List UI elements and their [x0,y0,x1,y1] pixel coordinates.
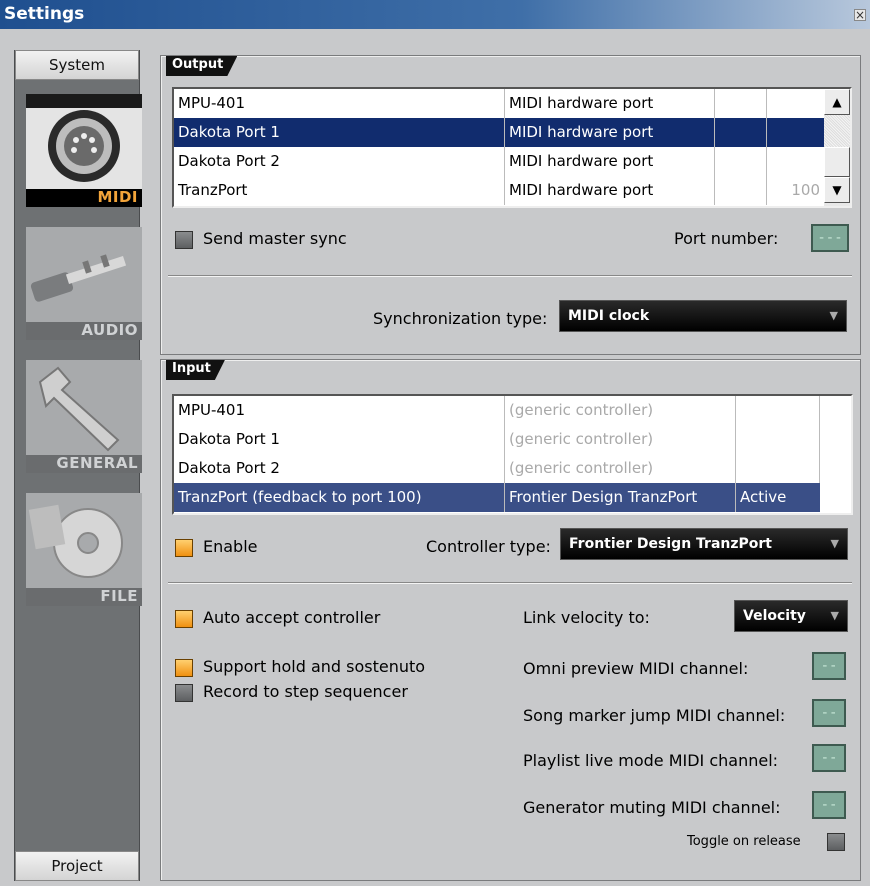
controller-type-dropdown[interactable]: Frontier Design TranzPort ▼ [560,528,848,560]
sync-type-dropdown[interactable]: MIDI clock ▼ [559,300,847,332]
enable-checkbox[interactable] [175,539,193,557]
chevron-down-icon: ▼ [830,609,839,622]
category-general[interactable]: GENERAL [26,360,142,473]
input-panel: Input MPU-401 (generic controller) Dakot… [160,359,861,881]
support-hold-checkbox[interactable] [175,659,193,677]
sidebar: System MIDI AUDIO GENERAL FILE Project [14,50,142,881]
category-label: MIDI [97,188,138,206]
song-marker-channel-display[interactable]: -- [812,699,846,727]
chevron-down-icon: ▼ [830,537,839,550]
generator-muting-channel-display[interactable]: -- [812,791,846,819]
enable-label: Enable [203,537,258,556]
settings-window: System MIDI AUDIO GENERAL FILE Project O… [0,29,870,886]
sync-type-label: Synchronization type: [373,309,548,328]
system-tab-button[interactable]: System [15,50,139,80]
song-marker-label: Song marker jump MIDI channel: [523,706,786,725]
window-title: Settings [4,4,85,24]
close-icon[interactable]: × [854,9,866,21]
auto-accept-checkbox[interactable] [175,610,193,628]
playlist-live-channel-display[interactable]: -- [812,744,846,772]
port-number-display[interactable]: --- [811,224,849,252]
send-master-sync-label: Send master sync [203,229,347,248]
audio-jack-icon [26,227,142,323]
input-tag: Input [166,360,225,380]
port-number-label: Port number: [674,229,779,248]
category-label: AUDIO [81,321,138,339]
auto-accept-label: Auto accept controller [203,608,381,627]
list-item[interactable]: MPU-401 MIDI hardware port [174,89,826,118]
link-velocity-label: Link velocity to: [523,608,650,627]
input-controller-list[interactable]: MPU-401 (generic controller) Dakota Port… [172,394,853,515]
controller-type-label: Controller type: [426,537,551,556]
list-item[interactable]: TranzPort (feedback to port 100) Frontie… [174,483,820,512]
scroll-down-icon[interactable]: ▼ [824,177,850,203]
disc-icon [26,493,142,589]
list-item[interactable]: TranzPort MIDI hardware port 100 [174,176,826,205]
midi-connector-icon [26,94,142,190]
chevron-down-icon: ▼ [829,309,838,322]
output-port-list[interactable]: MPU-401 MIDI hardware port Dakota Port 1… [172,87,852,208]
toggle-on-release-label: Toggle on release [687,834,801,849]
divider [168,275,852,277]
category-audio[interactable]: AUDIO [26,227,142,340]
list-item[interactable]: MPU-401 (generic controller) [174,396,851,425]
output-scrollbar[interactable]: ▲ ▼ [824,89,850,206]
list-item[interactable]: Dakota Port 2 (generic controller) [174,454,851,483]
record-step-checkbox[interactable] [175,684,193,702]
wrench-icon [26,360,142,456]
project-tab-button[interactable]: Project [15,851,139,881]
title-bar: Settings × [0,0,870,29]
category-file[interactable]: FILE [26,493,142,606]
category-midi[interactable]: MIDI [26,94,142,207]
output-panel: Output MPU-401 MIDI hardware port Dakota… [160,55,861,355]
toggle-on-release-checkbox[interactable] [827,833,845,851]
omni-preview-channel-display[interactable]: -- [812,652,846,680]
omni-preview-label: Omni preview MIDI channel: [523,659,749,678]
link-velocity-dropdown[interactable]: Velocity ▼ [734,600,848,632]
record-step-label: Record to step sequencer [203,682,408,701]
scroll-up-icon[interactable]: ▲ [824,89,850,115]
list-item[interactable]: Dakota Port 1 MIDI hardware port [174,118,826,147]
send-master-sync-checkbox[interactable] [175,231,193,249]
output-tag: Output [166,56,237,76]
divider [168,582,852,584]
scroll-thumb[interactable] [824,147,850,177]
playlist-live-label: Playlist live mode MIDI channel: [523,751,779,770]
list-item[interactable]: Dakota Port 1 (generic controller) [174,425,851,454]
category-label: GENERAL [56,454,138,472]
support-hold-label: Support hold and sostenuto [203,657,426,676]
list-item[interactable]: Dakota Port 2 MIDI hardware port [174,147,826,176]
generator-muting-label: Generator muting MIDI channel: [523,798,781,817]
category-label: FILE [100,587,138,605]
